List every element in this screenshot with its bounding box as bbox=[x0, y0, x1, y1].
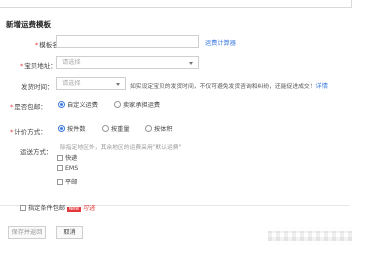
shipping-method-label: 运送方式： bbox=[20, 148, 53, 156]
radio-icon[interactable] bbox=[102, 125, 109, 132]
chevron-down-icon bbox=[116, 83, 120, 86]
shipping-option-post[interactable]: 平邮 bbox=[57, 177, 77, 186]
checkbox-icon[interactable] bbox=[57, 179, 63, 185]
ship-time-select[interactable]: 请选择 bbox=[56, 77, 126, 90]
save-and-return-button[interactable]: 保存并返回 bbox=[8, 226, 46, 239]
top-panel-edge bbox=[0, 0, 352, 8]
pricing-method-label: *计价方式： bbox=[10, 128, 47, 136]
freight-calculator-link[interactable]: 运费计算器 bbox=[205, 38, 236, 47]
ship-time-details-link[interactable]: 详情 bbox=[316, 83, 328, 90]
required-marker: * bbox=[35, 41, 39, 49]
ship-time-label: 发货时间： bbox=[21, 83, 54, 91]
shipping-option-express[interactable]: 快递 bbox=[57, 153, 77, 162]
optional-text: 可选 bbox=[82, 205, 95, 212]
required-marker: * bbox=[10, 128, 14, 136]
template-name-input[interactable] bbox=[56, 35, 199, 48]
free-shipping-label: *是否包邮： bbox=[10, 103, 47, 111]
required-marker: * bbox=[10, 103, 14, 111]
chevron-down-icon bbox=[189, 62, 193, 65]
pricing-option-weight[interactable]: 按重量 bbox=[102, 124, 130, 133]
page-title: 新增运费模板 bbox=[6, 20, 51, 29]
checkbox-icon[interactable] bbox=[20, 205, 26, 211]
required-marker: * bbox=[20, 62, 24, 70]
radio-icon[interactable] bbox=[58, 125, 65, 132]
radio-icon[interactable] bbox=[145, 125, 152, 132]
radio-icon[interactable] bbox=[58, 101, 65, 108]
new-badge: New bbox=[67, 207, 81, 212]
conditional-free-shipping[interactable]: 指定条件包邮 New 可选 bbox=[20, 203, 95, 213]
free-shipping-option-seller[interactable]: 卖家承担运费 bbox=[114, 100, 160, 109]
cancel-button[interactable]: 取消 bbox=[56, 226, 83, 239]
ship-time-note: 如实设定宝贝的发货时间，不仅可避免发货咨询和纠纷，还能促进成交！详情 bbox=[130, 83, 328, 90]
ship-from-label: *宝贝地址： bbox=[20, 62, 57, 70]
free-shipping-option-custom[interactable]: 自定义运费 bbox=[58, 100, 98, 109]
pricing-option-volume[interactable]: 按体积 bbox=[145, 124, 173, 133]
radio-icon[interactable] bbox=[114, 101, 121, 108]
checkbox-icon[interactable] bbox=[57, 155, 63, 161]
shipping-option-ems[interactable]: EMS bbox=[57, 165, 78, 172]
checkbox-icon[interactable] bbox=[57, 165, 63, 171]
conditional-free-label: 指定条件包邮 bbox=[27, 205, 66, 212]
shipping-method-hint: 除指定地区外，其余地区的运费采用"默认运费" bbox=[60, 145, 182, 151]
ship-from-placeholder: 请选择 bbox=[62, 59, 81, 66]
ship-from-select[interactable]: 请选择 bbox=[56, 56, 199, 69]
watermark-pattern bbox=[268, 231, 352, 241]
ship-time-placeholder: 请选择 bbox=[62, 80, 81, 87]
pricing-option-count[interactable]: 按件数 bbox=[58, 124, 86, 133]
